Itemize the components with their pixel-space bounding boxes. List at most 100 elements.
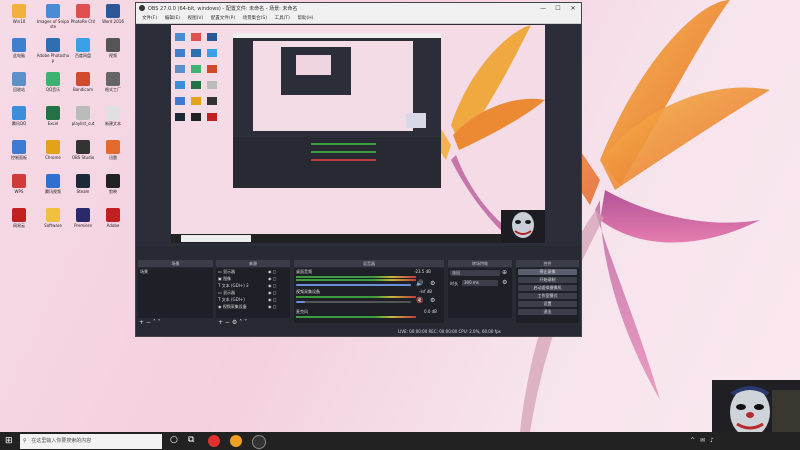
- desktop-icon[interactable]: Win10: [2, 4, 36, 24]
- visibility-eye-icon[interactable]: ◉ ▢: [268, 276, 277, 281]
- obs-preview-canvas[interactable]: [171, 25, 545, 243]
- exit-button[interactable]: 退出: [518, 309, 577, 315]
- studio-mode-button[interactable]: 工作室模式: [518, 293, 577, 299]
- menu-profile[interactable]: 配置文件(P): [211, 14, 235, 23]
- menu-file[interactable]: 文件(F): [142, 14, 157, 23]
- minimize-icon[interactable]: —: [536, 4, 550, 13]
- volume-slider[interactable]: [296, 301, 411, 303]
- visibility-eye-icon[interactable]: ◉ ▢: [268, 304, 277, 309]
- add-transition-icon[interactable]: ⊕: [502, 270, 507, 276]
- desktop-icon-label: QQ音乐: [45, 87, 61, 92]
- source-item[interactable]: ◉ 视频采集设备: [218, 304, 247, 309]
- obs-window[interactable]: OBS 27.0.0 (64-bit, windows) - 配置文件: 未命名…: [135, 2, 582, 337]
- maximize-icon[interactable]: ☐: [551, 4, 565, 13]
- source-item[interactable]: ▣ 图像: [218, 276, 231, 281]
- desktop-icon[interactable]: 网易云: [2, 208, 36, 228]
- desktop-icon[interactable]: 新建文本: [96, 106, 130, 126]
- desktop-icon[interactable]: OBS Studio: [66, 140, 100, 160]
- visibility-eye-icon[interactable]: ◉ ▢: [268, 283, 277, 288]
- visibility-eye-icon[interactable]: ◉ ▢: [268, 297, 277, 302]
- stop-recording-button[interactable]: 停止录像: [518, 269, 577, 275]
- volume-slider[interactable]: [296, 284, 411, 286]
- scenes-dock-header: 场景: [138, 260, 213, 267]
- source-label: 显示器: [223, 290, 236, 295]
- duration-input[interactable]: 300 ms: [462, 280, 498, 286]
- desktop-icon[interactable]: Adobe: [96, 208, 130, 228]
- tray-chevron-icon[interactable]: ^: [690, 437, 695, 444]
- source-item[interactable]: ▭ 显示器: [218, 269, 235, 274]
- browser-icon[interactable]: [230, 435, 242, 447]
- desktop-icon[interactable]: 剪映: [96, 174, 130, 194]
- settings-button[interactable]: 设置: [518, 301, 577, 307]
- desktop-icon[interactable]: Software: [36, 208, 70, 228]
- search-placeholder: 在这里输入你要搜索的内容: [31, 438, 92, 444]
- menu-tools[interactable]: 工具(T): [275, 14, 290, 23]
- scenes-list[interactable]: 场景: [138, 268, 213, 318]
- obs-title-bar[interactable]: OBS 27.0.0 (64-bit, windows) - 配置文件: 未命名…: [136, 3, 581, 14]
- desktop-icon[interactable]: 腾讯视频: [36, 174, 70, 194]
- desktop-icon[interactable]: 百度网盘: [66, 38, 100, 58]
- source-item[interactable]: T 文本 (GDI+): [218, 297, 245, 302]
- desktop-icon[interactable]: Images of Snipaste: [36, 4, 70, 29]
- desktop-icon[interactable]: 格式工厂: [96, 72, 130, 92]
- desktop-icon-label: 腾讯视频: [45, 189, 61, 194]
- desktop-icon[interactable]: Adobe Photoshop: [36, 38, 70, 63]
- virtual-camera-button[interactable]: 启动虚拟摄像机: [518, 285, 577, 291]
- obs-taskbar-icon[interactable]: [252, 435, 266, 449]
- desktop-icon-label: Premiere: [74, 223, 92, 228]
- volume-meter: [296, 316, 416, 318]
- menu-scene-collection[interactable]: 场景集合(S): [243, 14, 267, 23]
- controls-dock-header: 控件: [516, 260, 579, 267]
- desktop-icon[interactable]: 腾讯QQ: [2, 106, 36, 126]
- visibility-eye-icon[interactable]: ◉ ▢: [268, 269, 277, 274]
- mute-icon[interactable]: 🔇: [416, 298, 423, 304]
- desktop-icon[interactable]: Bandicam: [66, 72, 100, 92]
- desktop-icon[interactable]: playlist_cut: [66, 106, 100, 126]
- source-item[interactable]: ▭ 显示器: [218, 290, 235, 295]
- desktop-icon-label: Excel: [47, 121, 59, 126]
- visibility-eye-icon[interactable]: ◉ ▢: [268, 290, 277, 295]
- desktop-icon[interactable]: 此电脑: [2, 38, 36, 58]
- desktop-icon[interactable]: WPS: [2, 174, 36, 194]
- obs-logo-icon: [139, 5, 145, 11]
- speaker-icon[interactable]: 🔊: [416, 281, 423, 287]
- desktop-icon[interactable]: Excel: [36, 106, 70, 126]
- start-streaming-button[interactable]: 开始录制: [518, 277, 577, 283]
- gear-icon[interactable]: ⚙: [430, 281, 435, 287]
- desktop-icon[interactable]: 控制面板: [2, 140, 36, 160]
- menu-view[interactable]: 视图(V): [188, 14, 204, 23]
- desktop-app-icon: [106, 4, 120, 18]
- desktop-icon[interactable]: 迅雷: [96, 140, 130, 160]
- tray-volume-icon[interactable]: ♪: [710, 437, 714, 444]
- desktop-icon[interactable]: PhotoRe Ctrl: [66, 4, 100, 24]
- desktop-icon[interactable]: Steam: [66, 174, 100, 194]
- source-item[interactable]: T 文本 (GDI+) 2: [218, 283, 249, 288]
- desktop-app-icon: [46, 208, 60, 222]
- desktop-icon[interactable]: Premiere: [66, 208, 100, 228]
- tray-mail-icon[interactable]: ✉: [700, 437, 705, 444]
- taskbar-search-box[interactable]: ⚲ 在这里输入你要搜索的内容: [20, 434, 162, 449]
- desktop-app-icon: [106, 106, 120, 120]
- add-scene-icon[interactable]: + − ˄ ˅: [139, 320, 161, 326]
- desktop-icon-label: 新建文本: [105, 121, 121, 126]
- transition-select[interactable]: 淡出: [450, 270, 500, 276]
- menu-edit[interactable]: 编辑(E): [165, 14, 180, 23]
- task-view-icon[interactable]: ⧉: [188, 435, 200, 447]
- gear-icon[interactable]: ⚙: [502, 280, 507, 286]
- windows-start-icon[interactable]: ⊞: [5, 436, 13, 446]
- gear-icon[interactable]: ⚙: [430, 298, 435, 304]
- menu-help[interactable]: 帮助(H): [298, 14, 314, 23]
- desktop-icon[interactable]: Word 2016: [96, 4, 130, 24]
- desktop-icon[interactable]: 回收站: [2, 72, 36, 92]
- desktop-icon[interactable]: QQ音乐: [36, 72, 70, 92]
- netease-music-icon[interactable]: [208, 435, 220, 447]
- desktop-icon[interactable]: 视频: [96, 38, 130, 58]
- scene-item[interactable]: 场景: [140, 269, 148, 274]
- status-bar: LIVE: 00:00:00 REC: 00:00:00 CPU: 2.0%, …: [398, 329, 501, 334]
- desktop-icon[interactable]: Chrome: [36, 140, 70, 160]
- add-source-icon[interactable]: + − ⚙ ˄ ˅: [218, 320, 247, 326]
- close-icon[interactable]: ✕: [566, 4, 580, 13]
- cortana-icon[interactable]: ○: [170, 435, 182, 447]
- sources-list[interactable]: ▭ 显示器 ▣ 图像 T 文本 (GDI+) 2 ▭ 显示器 T 文本 (GDI…: [216, 268, 290, 318]
- desktop-app-icon: [12, 174, 26, 188]
